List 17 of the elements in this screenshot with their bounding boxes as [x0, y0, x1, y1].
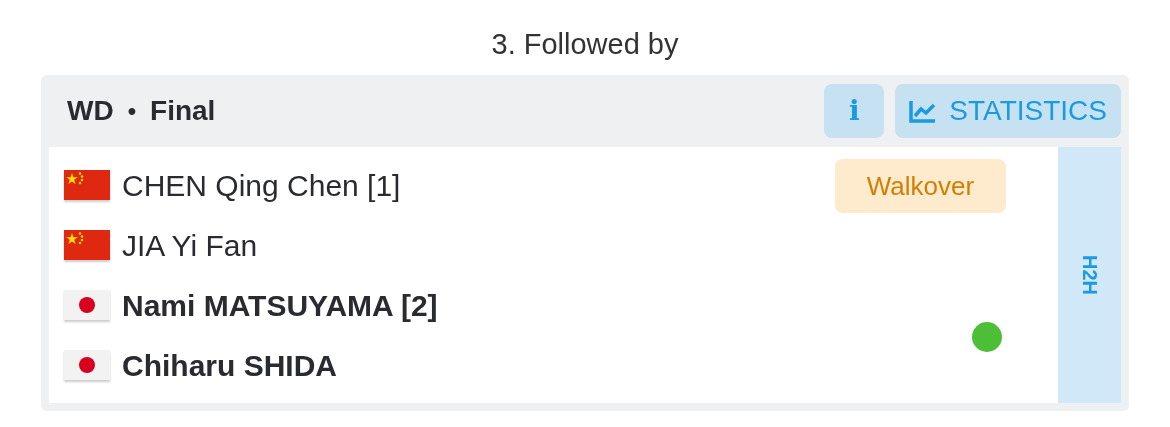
flag-icon — [64, 230, 110, 260]
status-badge: Walkover — [835, 159, 1006, 213]
separator: • — [127, 96, 137, 126]
section-heading: 3. Followed by — [491, 27, 679, 62]
player-name: Nami MATSUYAMA [2] — [122, 287, 438, 324]
player-name: JIA Yi Fan — [122, 227, 258, 264]
event-label: WD — [67, 94, 114, 128]
flag-icon — [64, 170, 110, 200]
player-name: CHEN Qing Chen [1] — [122, 167, 401, 204]
round-label: Final — [150, 94, 216, 128]
line-chart-icon — [909, 99, 938, 123]
player-name: Chiharu SHIDA — [122, 347, 337, 384]
h2h-button[interactable]: H2H — [1058, 147, 1121, 403]
flag-icon — [64, 350, 110, 380]
flag-icon — [64, 290, 110, 320]
info-button[interactable]: i — [824, 84, 885, 138]
statistics-button[interactable]: STATISTICS — [895, 84, 1121, 138]
